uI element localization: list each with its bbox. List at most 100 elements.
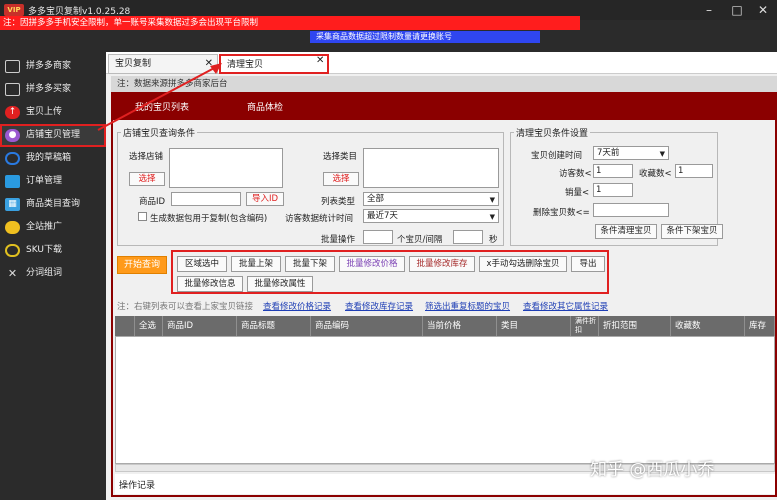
right-click-hint: 注：右键列表可以查看上家宝贝链接 — [117, 302, 254, 312]
visitor-period-value: 最近7天 — [367, 211, 398, 221]
delete-count-label: 删除宝贝数<= — [533, 208, 590, 218]
minimize-button[interactable]: – — [698, 2, 720, 18]
sidebar-item-pdd-merchant[interactable]: 拼多多商家 — [0, 55, 106, 78]
batch-delist-button[interactable]: 批量下架 — [285, 256, 335, 272]
sidebar-item-word-split[interactable]: ✕ 分词组词 — [0, 262, 106, 285]
store-list[interactable] — [169, 148, 283, 188]
select-store-label: 选择店铺 — [129, 152, 164, 162]
batch-edit-stock-button[interactable]: 批量修改库存 — [409, 256, 475, 272]
sidebar-item-label: SKU下载 — [26, 245, 62, 255]
created-time-select[interactable]: 7天前 ▼ — [593, 146, 669, 160]
product-table-body[interactable] — [115, 336, 775, 464]
tab-label: 宝贝复制 — [115, 59, 152, 69]
start-query-button[interactable]: 开始查询 — [117, 256, 167, 274]
select-store-button[interactable]: 选择 — [129, 172, 165, 186]
sidebar-item-orders[interactable]: 订单管理 — [0, 170, 106, 193]
price-log-link[interactable]: 查看修改价格记录 — [263, 300, 331, 312]
col-product-code[interactable]: 商品编码 — [311, 316, 423, 336]
sidebar-item-label: 分词组词 — [26, 268, 63, 278]
subtab-my-products[interactable]: 我的宝贝列表 — [135, 100, 189, 113]
col-full-discount[interactable]: 满件折扣 — [571, 316, 599, 336]
other-attr-log-link[interactable]: 查看修改其它属性记录 — [523, 300, 608, 312]
sidebar-item-label: 我的草稿箱 — [26, 153, 72, 163]
query-group-title: 店铺宝贝查询条件 — [121, 126, 198, 139]
product-id-input[interactable] — [171, 192, 241, 206]
manual-delete-button[interactable]: x手动勾选删除宝贝 — [479, 256, 567, 272]
sidebar-item-upload[interactable]: ↑ 宝贝上传 — [0, 101, 106, 124]
sidebar-item-sku-download[interactable]: SKU下载 — [0, 239, 106, 262]
subtab-product-check[interactable]: 商品体检 — [247, 100, 283, 113]
close-icon[interactable]: ✕ — [316, 55, 324, 66]
tools-icon: ✕ — [7, 267, 18, 280]
sidebar-item-label: 店铺宝贝管理 — [26, 130, 81, 140]
batch-edit-price-button[interactable]: 批量修改价格 — [339, 256, 405, 272]
sales-input[interactable]: 1 — [593, 183, 633, 197]
select-category-label: 选择类目 — [323, 152, 358, 162]
watermark: 知乎 @西瓜小乔 — [590, 460, 715, 480]
condition-clean-button[interactable]: 条件清理宝贝 — [595, 224, 657, 239]
area-select-button[interactable]: 区域选中 — [177, 256, 227, 272]
product-id-label: 商品ID — [139, 197, 166, 207]
vip-badge: VIP — [4, 4, 24, 16]
sales-label: 销量< — [565, 188, 590, 198]
maximize-button[interactable]: □ — [726, 2, 748, 18]
tab-bar: 宝贝复制 ✕ 清理宝贝 ✕ — [106, 52, 777, 74]
sidebar-item-label: 宝贝上传 — [26, 107, 63, 117]
user-icon: ● — [5, 129, 20, 142]
chevron-down-icon: ▼ — [659, 150, 665, 158]
tab-product-copy[interactable]: 宝贝复制 ✕ — [108, 54, 218, 74]
condition-delist-button[interactable]: 条件下架宝贝 — [661, 224, 723, 239]
sidebar-item-label: 拼多多买家 — [26, 84, 72, 94]
tab-clean-products[interactable]: 清理宝贝 — [219, 54, 329, 74]
batch-edit-attr-button[interactable]: 批量修改属性 — [247, 276, 313, 292]
sidebar-item-promotion[interactable]: 全站推广 — [0, 216, 106, 239]
col-category[interactable]: 类目 — [497, 316, 571, 336]
stock-log-link[interactable]: 查看修改库存记录 — [345, 300, 413, 312]
gen-data-checkbox[interactable] — [138, 212, 147, 221]
batch-count-input[interactable] — [363, 230, 393, 244]
batch-list-button[interactable]: 批量上架 — [231, 256, 281, 272]
sidebar: 拼多多商家 拼多多买家 ↑ 宝贝上传 ● 店铺宝贝管理 我的草稿箱 订单管理 ▦… — [0, 55, 106, 500]
sidebar-item-drafts[interactable]: 我的草稿箱 — [0, 147, 106, 170]
visitor-period-select[interactable]: 最近7天 ▼ — [363, 209, 499, 223]
col-select-all[interactable]: 全选 — [135, 316, 163, 336]
sidebar-item-label: 拼多多商家 — [26, 61, 72, 71]
per-interval-label: 个宝贝/间隔 — [397, 235, 443, 245]
gen-data-label: 生成数据包用于复制(包含编码) — [150, 214, 268, 224]
import-id-button[interactable]: 导入ID — [246, 192, 284, 206]
col-product-id[interactable]: 商品ID — [163, 316, 237, 336]
interval-input[interactable] — [453, 230, 483, 244]
col-stock[interactable]: 库存 — [745, 316, 775, 336]
seconds-label: 秒 — [489, 235, 498, 245]
col-product-title[interactable]: 商品标题 — [237, 316, 311, 336]
batch-op-label: 批量操作 — [321, 235, 356, 245]
subtab-bar: 我的宝贝列表 商品体检 — [113, 94, 775, 120]
download-icon — [5, 244, 20, 257]
favorites-input[interactable]: 1 — [675, 164, 713, 178]
notice-banner: 注：因拼多多手机安全限制，单一账号采集数据过多会出现平台限制 — [0, 16, 580, 30]
export-button[interactable]: 导出 — [571, 256, 605, 272]
batch-edit-info-button[interactable]: 批量修改信息 — [177, 276, 243, 292]
category-list[interactable] — [363, 148, 499, 188]
table-header: 全选 商品ID 商品标题 商品编码 当前价格 类目 满件折扣 折扣范围 收藏数 … — [115, 316, 775, 336]
list-type-select[interactable]: 全部 ▼ — [363, 192, 499, 206]
created-time-value: 7天前 — [597, 148, 620, 158]
visitors-input[interactable]: 1 — [593, 164, 633, 178]
log-title: 操作记录 — [119, 481, 156, 491]
chevron-down-icon: ▼ — [489, 213, 495, 221]
sidebar-item-pdd-buyer[interactable]: 拼多多买家 — [0, 78, 106, 101]
col-favorites[interactable]: 收藏数 — [671, 316, 745, 336]
sidebar-item-category-query[interactable]: ▦ 商品类目查询 — [0, 193, 106, 216]
col-discount-range[interactable]: 折扣范围 — [599, 316, 671, 336]
sidebar-item-label: 商品类目查询 — [26, 199, 81, 209]
list-type-value: 全部 — [367, 194, 385, 204]
close-icon[interactable]: ✕ — [205, 55, 213, 73]
duplicate-title-link[interactable]: 筛选出重复标题的宝贝 — [425, 300, 510, 312]
select-category-button[interactable]: 选择 — [323, 172, 359, 186]
visitor-period-label: 访客数据统计时间 — [285, 214, 354, 224]
delete-count-input[interactable] — [593, 203, 669, 217]
sidebar-item-store-products[interactable]: ● 店铺宝贝管理 — [0, 124, 106, 147]
col-current-price[interactable]: 当前价格 — [423, 316, 497, 336]
close-button[interactable]: ✕ — [752, 2, 774, 18]
row-indicator-column — [115, 316, 135, 336]
